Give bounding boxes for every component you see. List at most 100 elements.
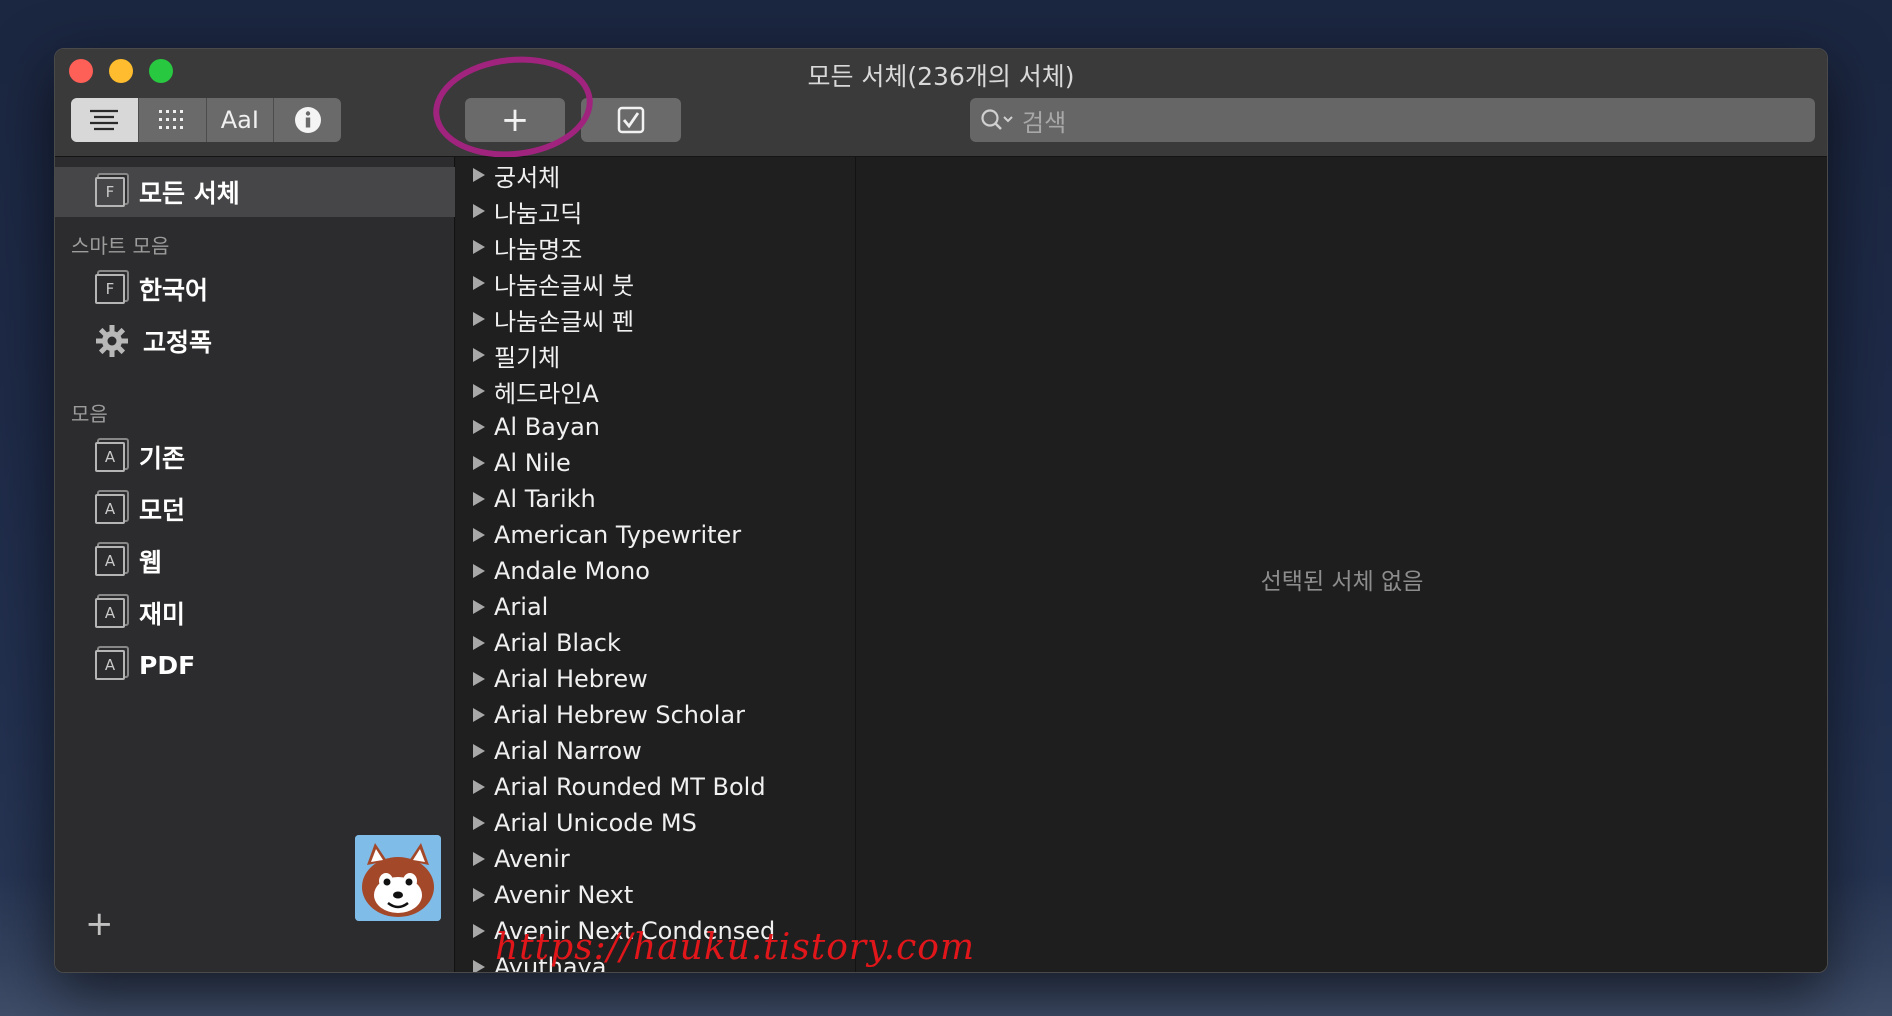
collection-icon: A <box>95 598 125 628</box>
disclosure-triangle-icon[interactable] <box>473 276 485 290</box>
font-list-row[interactable]: Arial Hebrew Scholar <box>456 697 855 733</box>
sidebar-item-web[interactable]: A 웹 <box>55 536 455 586</box>
sidebar-item-monospace[interactable]: 고정폭 <box>55 316 455 366</box>
collection-icon: A <box>95 442 125 472</box>
smart-collections-heading: 스마트 모음 <box>71 234 170 258</box>
font-list-row[interactable]: Andale Mono <box>456 553 855 589</box>
font-family-label: Andale Mono <box>494 557 650 585</box>
mascot-image <box>355 835 441 921</box>
search-field[interactable]: 검색 <box>970 98 1815 142</box>
collections-heading: 모음 <box>71 402 108 426</box>
disclosure-triangle-icon[interactable] <box>473 204 485 218</box>
no-selection-text: 선택된 서체 없음 <box>1260 569 1424 595</box>
font-list-row[interactable]: Avenir Next <box>456 877 855 913</box>
sidebar-item-label: 모든 서체 <box>139 179 240 208</box>
disclosure-triangle-icon[interactable] <box>473 564 485 578</box>
font-list-row[interactable]: Arial Narrow <box>456 733 855 769</box>
font-list-row[interactable]: 나눔손글씨 붓 <box>456 265 855 301</box>
sidebar-item-label: 재미 <box>139 600 186 629</box>
font-family-label: Arial Rounded MT Bold <box>494 773 766 801</box>
sidebar-item-korean[interactable]: F 한국어 <box>55 264 455 314</box>
font-family-label: Arial Black <box>494 629 621 657</box>
font-family-label: 나눔명조 <box>494 235 583 264</box>
font-list-row[interactable]: 궁서체 <box>456 157 855 193</box>
collection-icon: A <box>95 546 125 576</box>
validate-font-button[interactable] <box>581 98 681 142</box>
font-family-label: Arial Narrow <box>494 737 642 765</box>
disclosure-triangle-icon[interactable] <box>473 240 485 254</box>
sidebar-item-label: 모던 <box>139 496 186 525</box>
list-view-button[interactable] <box>71 98 139 142</box>
disclosure-triangle-icon[interactable] <box>473 780 485 794</box>
sidebar-item-classic[interactable]: A 기존 <box>55 432 455 482</box>
disclosure-triangle-icon[interactable] <box>473 636 485 650</box>
font-list-row[interactable]: Arial Rounded MT Bold <box>456 769 855 805</box>
font-family-label: 나눔고딕 <box>494 199 583 228</box>
font-list-row[interactable]: 필기체 <box>456 337 855 373</box>
font-family-label: 나눔손글씨 펜 <box>494 307 635 336</box>
font-list: 궁서체나눔고딕나눔명조 나눔손글씨 붓나눔손글씨 펜필기체 헤드라인A Al Baya… <box>456 157 856 972</box>
disclosure-triangle-icon[interactable] <box>473 744 485 758</box>
disclosure-triangle-icon[interactable] <box>473 492 485 506</box>
font-list-row[interactable]: 헤드라인A <box>456 373 855 409</box>
disclosure-triangle-icon[interactable] <box>473 888 485 902</box>
font-family-label: Arial Unicode MS <box>494 809 697 837</box>
font-family-label: Al Tarikh <box>494 485 596 513</box>
sidebar-item-modern[interactable]: A 모던 <box>55 484 455 534</box>
disclosure-triangle-icon[interactable] <box>473 384 485 398</box>
disclosure-triangle-icon[interactable] <box>473 852 485 866</box>
font-list-row[interactable]: 나눔고딕 <box>456 193 855 229</box>
search-icon <box>980 108 1014 132</box>
disclosure-triangle-icon[interactable] <box>473 168 485 182</box>
font-list-row[interactable]: Arial Hebrew <box>456 661 855 697</box>
font-list-row[interactable]: Al Nile <box>456 445 855 481</box>
font-list-row[interactable]: Arial Black <box>456 625 855 661</box>
info-icon <box>294 107 321 133</box>
font-family-label: Avenir <box>494 845 570 873</box>
font-family-label: 필기체 <box>494 343 561 372</box>
collection-icon: A <box>95 494 125 524</box>
font-list-row[interactable]: 나눔손글씨 펜 <box>456 301 855 337</box>
font-list-row[interactable]: American Typewriter <box>456 517 855 553</box>
sidebar-item-pdf[interactable]: A PDF <box>55 640 455 690</box>
disclosure-triangle-icon[interactable] <box>473 672 485 686</box>
font-list-row[interactable]: Al Bayan <box>456 409 855 445</box>
disclosure-triangle-icon[interactable] <box>473 348 485 362</box>
sample-view-button[interactable]: AaI <box>207 98 275 142</box>
list-view-icon <box>90 109 119 131</box>
font-book-window: 모든 서체(236개의 서체) AaI + 검색 F 모든 서체 스마트 모음 … <box>54 48 1828 973</box>
disclosure-triangle-icon[interactable] <box>473 420 485 434</box>
disclosure-triangle-icon[interactable] <box>473 528 485 542</box>
font-family-label: Arial Hebrew <box>494 665 648 693</box>
disclosure-triangle-icon[interactable] <box>473 708 485 722</box>
add-collection-button[interactable]: + <box>85 904 114 944</box>
font-family-label: Avenir Next <box>494 881 634 909</box>
disclosure-triangle-icon[interactable] <box>473 456 485 470</box>
font-collection-icon: F <box>95 177 125 207</box>
disclosure-triangle-icon[interactable] <box>473 924 485 938</box>
sidebar-item-fun[interactable]: A 재미 <box>55 588 455 638</box>
font-list-row[interactable]: Arial Unicode MS <box>456 805 855 841</box>
font-family-label: Al Bayan <box>494 413 601 441</box>
info-view-button[interactable] <box>274 98 341 142</box>
disclosure-triangle-icon[interactable] <box>473 312 485 326</box>
disclosure-triangle-icon[interactable] <box>473 600 485 614</box>
font-list-row[interactable]: Avenir <box>456 841 855 877</box>
font-family-label: 궁서체 <box>494 163 561 192</box>
font-family-label: Arial Hebrew Scholar <box>494 701 745 729</box>
disclosure-triangle-icon[interactable] <box>473 960 485 972</box>
font-family-label: Arial <box>494 593 549 621</box>
font-list-row[interactable]: Arial <box>456 589 855 625</box>
sidebar-item-label: 기존 <box>139 444 186 473</box>
gear-icon <box>96 325 128 357</box>
font-list-row[interactable]: Al Tarikh <box>456 481 855 517</box>
grid-view-button[interactable] <box>139 98 207 142</box>
sidebar-item-label: PDF <box>139 650 196 680</box>
collection-icon: A <box>95 650 125 680</box>
disclosure-triangle-icon[interactable] <box>473 816 485 830</box>
font-family-label: Al Nile <box>494 449 571 477</box>
checkbox-icon <box>617 106 645 134</box>
view-mode-segmented-control: AaI <box>71 98 341 142</box>
font-list-row[interactable]: 나눔명조 <box>456 229 855 265</box>
sidebar-item-all-fonts[interactable]: F 모든 서체 <box>55 167 455 217</box>
